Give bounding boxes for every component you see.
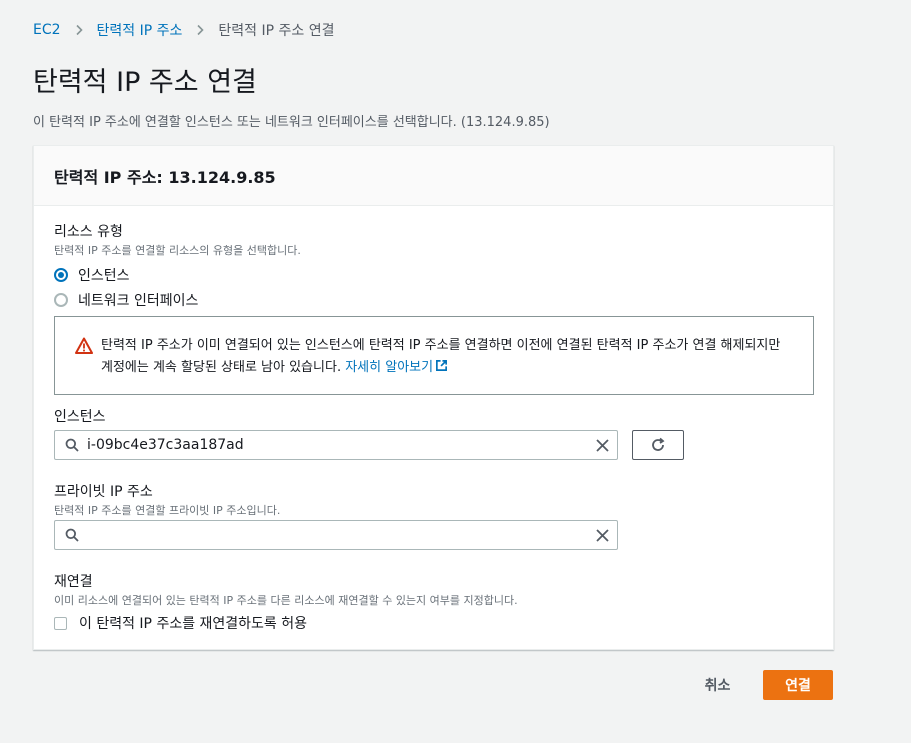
breadcrumb-current: 탄력적 IP 주소 연결 (218, 23, 335, 39)
reassociation-label: 재연결 (54, 574, 93, 590)
close-icon (595, 528, 609, 542)
chevron-right-icon (73, 24, 85, 36)
radio-network-interface[interactable]: 네트워크 인터페이스 (54, 287, 301, 312)
radio-instance-label: 인스턴스 (78, 267, 130, 284)
clear-instance-button[interactable] (587, 431, 617, 459)
instance-search-input[interactable]: i-09bc4e37c3aa187ad (54, 430, 618, 460)
learn-more-link[interactable]: 자세히 알아보기 (345, 360, 448, 375)
reassociation-section: 재연결 이미 리소스에 연결되어 있는 탄력적 IP 주소를 다른 리소스에 재… (54, 571, 518, 608)
allow-reassociation-checkbox[interactable] (54, 616, 67, 630)
close-icon (595, 438, 609, 452)
search-icon (65, 438, 79, 452)
associate-button[interactable]: 연결 (763, 670, 833, 700)
page-description: 이 탄력적 IP 주소에 연결할 인스턴스 또는 네트워크 인터페이스를 선택합… (33, 115, 550, 130)
radio-button[interactable] (54, 292, 68, 307)
search-icon (65, 528, 79, 542)
resource-type-label: 리소스 유형 (54, 224, 123, 240)
private-ip-label: 프라이빗 IP 주소 (54, 484, 153, 500)
page: EC2 탄력적 IP 주소 탄력적 IP 주소 연결 탄력적 IP 주소 연결 … (0, 0, 911, 743)
resource-type-help: 탄력적 IP 주소를 연결할 리소스의 유형을 선택합니다. (54, 244, 301, 257)
private-ip-help: 탄력적 IP 주소를 연결할 프라이빗 IP 주소입니다. (54, 504, 281, 517)
associate-panel: 탄력적 IP 주소: 13.124.9.85 리소스 유형 탄력적 IP 주소를… (33, 145, 834, 650)
breadcrumb: EC2 탄력적 IP 주소 탄력적 IP 주소 연결 (33, 20, 335, 40)
radio-button-checked[interactable] (54, 267, 68, 282)
allow-reassociation-label: 이 탄력적 IP 주소를 재연결하도록 허용 (79, 616, 308, 632)
panel-title: 탄력적 IP 주소: 13.124.9.85 (54, 168, 276, 187)
allow-reassociation-option[interactable]: 이 탄력적 IP 주소를 재연결하도록 허용 (54, 613, 307, 633)
warning-alert: 탄력적 IP 주소가 이미 연결되어 있는 인스턴스에 탄력적 IP 주소를 연… (54, 316, 814, 395)
refresh-icon (652, 437, 665, 451)
page-title: 탄력적 IP 주소 연결 (33, 67, 257, 98)
panel-header: 탄력적 IP 주소: 13.124.9.85 (34, 146, 833, 206)
refresh-button[interactable] (632, 430, 684, 460)
reassociation-help: 이미 리소스에 연결되어 있는 탄력적 IP 주소를 다른 리소스에 재연결할 … (54, 594, 518, 607)
radio-instance[interactable]: 인스턴스 (54, 262, 301, 287)
resource-type-section: 리소스 유형 탄력적 IP 주소를 연결할 리소스의 유형을 선택합니다. 인스… (54, 221, 301, 312)
radio-network-interface-label: 네트워크 인터페이스 (78, 292, 199, 309)
breadcrumb-elastic-ips[interactable]: 탄력적 IP 주소 (97, 20, 183, 40)
instance-label: 인스턴스 (54, 409, 106, 425)
chevron-right-icon (194, 24, 206, 36)
instance-value: i-09bc4e37c3aa187ad (87, 437, 244, 453)
clear-private-ip-button[interactable] (587, 521, 617, 549)
private-ip-section: 프라이빗 IP 주소 탄력적 IP 주소를 연결할 프라이빗 IP 주소입니다. (54, 481, 280, 518)
warning-icon (75, 337, 93, 354)
cancel-button[interactable]: 취소 (690, 671, 745, 699)
instance-section: 인스턴스 (54, 406, 106, 426)
external-link-icon (436, 360, 448, 371)
learn-more-label: 자세히 알아보기 (345, 360, 434, 375)
breadcrumb-ec2[interactable]: EC2 (33, 22, 61, 38)
private-ip-search-input[interactable] (54, 520, 618, 550)
